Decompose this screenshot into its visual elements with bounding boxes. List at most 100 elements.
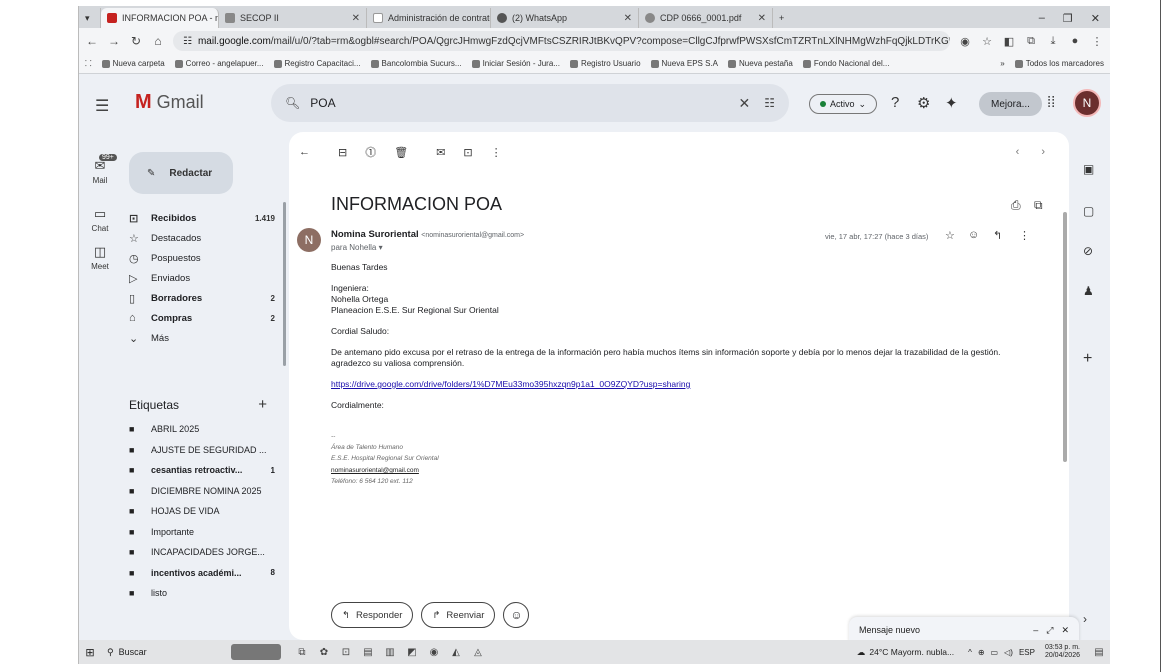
home-icon[interactable]: ⌂ bbox=[151, 34, 165, 48]
nav-starred[interactable]: ☆ Destacados bbox=[129, 228, 279, 248]
file-explorer-icon[interactable]: ▤ bbox=[357, 647, 379, 658]
search-icon[interactable]: 🔍︎ bbox=[285, 96, 300, 110]
tab-contratos[interactable]: Administración de contratos ✕ bbox=[367, 8, 491, 28]
nav-snoozed[interactable]: ◷ Pospuestos bbox=[129, 248, 279, 268]
upgrade-button[interactable]: Mejora... bbox=[979, 92, 1042, 116]
nav-purchases[interactable]: ⌂ Compras 2 bbox=[129, 308, 279, 328]
label-item[interactable]: ■ INCAPACIDADES JORGE... bbox=[129, 542, 279, 563]
message-scrollbar[interactable] bbox=[1063, 212, 1067, 462]
language-indicator[interactable]: ESP bbox=[1019, 648, 1035, 657]
all-bookmarks-button[interactable]: Todos los marcadores bbox=[1014, 59, 1104, 68]
label-item[interactable]: ■ cesantias retroactiv... 1 bbox=[129, 460, 279, 481]
emoji-button[interactable]: ☺ bbox=[503, 602, 530, 628]
contacts-icon[interactable]: ♟ bbox=[1083, 284, 1094, 298]
previous-icon[interactable]: ‹ bbox=[1016, 146, 1020, 158]
taskbar-search[interactable]: ⚲ Buscar bbox=[101, 647, 231, 658]
compose-button[interactable]: ✎ Redactar bbox=[129, 152, 233, 194]
status-selector[interactable]: Activo ⌄ bbox=[809, 94, 878, 114]
app-icon[interactable]: ◬ bbox=[467, 647, 489, 658]
open-new-window-icon[interactable]: ⧉ bbox=[1034, 198, 1043, 213]
label-item[interactable]: ■ HOJAS DE VIDA bbox=[129, 501, 279, 522]
rail-mail[interactable]: 99+ ✉ Mail bbox=[79, 154, 121, 185]
gmail-logo[interactable]: M Gmail bbox=[135, 91, 204, 114]
bookmark-item[interactable]: Iniciar Sesión - Jura... bbox=[471, 59, 560, 68]
add-label-icon[interactable]: + bbox=[258, 396, 279, 413]
rail-chat[interactable]: ▭ Chat bbox=[79, 206, 121, 233]
account-avatar[interactable]: N bbox=[1073, 89, 1101, 117]
eye-icon[interactable]: ◉ bbox=[958, 35, 972, 48]
app-icon[interactable]: ◭ bbox=[445, 647, 467, 658]
close-icon[interactable]: ✕ bbox=[758, 13, 766, 24]
search-input[interactable]: POA bbox=[310, 96, 738, 110]
site-info-icon[interactable]: ☷ bbox=[183, 36, 192, 47]
emoji-reaction-icon[interactable]: ☺ bbox=[968, 229, 979, 241]
print-icon[interactable]: ⎙ bbox=[1011, 198, 1021, 213]
nav-more[interactable]: ⌄ Más bbox=[129, 328, 279, 348]
drive-link[interactable]: https://drive.google.com/drive/folders/1… bbox=[331, 379, 690, 389]
search-bar[interactable]: 🔍︎ POA ✕ ☷ bbox=[271, 84, 789, 122]
bookmarks-overflow-button[interactable]: » bbox=[1000, 59, 1004, 68]
archive-icon[interactable]: ⊟ bbox=[338, 146, 347, 159]
windows-start-icon[interactable]: ⊞ bbox=[79, 646, 101, 659]
chrome-icon[interactable]: ◉ bbox=[423, 647, 445, 658]
weather-widget[interactable]: ☁ 24°C Mayorm. nubla... bbox=[857, 647, 954, 658]
notifications-icon[interactable]: ▤ bbox=[1088, 647, 1110, 658]
reply-icon[interactable]: ↰ bbox=[993, 229, 1002, 242]
tab-secop[interactable]: SECOP II ✕ bbox=[219, 8, 367, 28]
more-options-icon[interactable]: ⋮ bbox=[491, 146, 502, 159]
bookmark-item[interactable]: Nueva pestaña bbox=[728, 59, 793, 68]
label-item[interactable]: ■ listo bbox=[129, 583, 279, 604]
close-icon[interactable]: ✕ bbox=[1061, 625, 1069, 636]
puzzle-icon[interactable]: ⧉ bbox=[1024, 35, 1038, 48]
profile-icon[interactable]: ● bbox=[1068, 35, 1082, 47]
get-addons-icon[interactable]: + bbox=[1083, 350, 1092, 368]
rail-meet[interactable]: ◫ Meet bbox=[79, 244, 121, 271]
report-spam-icon[interactable]: ⓵ bbox=[365, 144, 376, 160]
reply-button[interactable]: ↰ Responder bbox=[331, 602, 414, 628]
tab-list-button[interactable]: ▾ bbox=[79, 8, 101, 28]
keep-icon[interactable]: ▢ bbox=[1083, 204, 1094, 218]
trash-icon[interactable]: 🗑︎ bbox=[394, 146, 408, 159]
volume-icon[interactable]: ◁) bbox=[1004, 648, 1013, 657]
close-icon[interactable]: ✕ bbox=[352, 13, 360, 24]
signature-email[interactable]: nominasuroriental@gmail.com bbox=[331, 467, 419, 474]
apps-grid-icon[interactable]: ⁞⁞ bbox=[1047, 94, 1055, 111]
bookmark-item[interactable]: Registro Capacitaci... bbox=[273, 59, 361, 68]
label-item[interactable]: ■ DICIEMBRE NOMINA 2025 bbox=[129, 481, 279, 502]
bookmark-star-icon[interactable]: ☆ bbox=[980, 35, 994, 48]
move-to-icon[interactable]: ⊡ bbox=[463, 146, 472, 159]
back-icon[interactable]: ← bbox=[85, 34, 99, 48]
reload-icon[interactable]: ↻ bbox=[129, 34, 143, 48]
browser-menu-icon[interactable]: ⋮ bbox=[1090, 35, 1104, 48]
label-item[interactable]: ■ AJUSTE DE SEGURIDAD ... bbox=[129, 440, 279, 461]
maximize-icon[interactable]: ❐ bbox=[1063, 12, 1073, 25]
forward-icon[interactable]: → bbox=[107, 34, 121, 48]
url-field[interactable]: ☷ mail.google.com /mail/u/0/?tab=rm&ogbl… bbox=[173, 31, 950, 51]
tab-pdf[interactable]: CDP 0666_0001.pdf ✕ bbox=[639, 8, 773, 28]
forward-button[interactable]: ↱ Reenviar bbox=[421, 602, 496, 628]
main-menu-icon[interactable]: ☰ bbox=[95, 96, 109, 116]
expand-panel-icon[interactable]: › bbox=[1083, 612, 1087, 626]
display-icon[interactable]: ▭ bbox=[991, 648, 999, 657]
next-icon[interactable]: › bbox=[1041, 146, 1045, 158]
help-icon[interactable]: ? bbox=[891, 94, 899, 111]
recipient-line[interactable]: para Nohella ▾ bbox=[331, 243, 383, 252]
star-icon[interactable]: ☆ bbox=[945, 229, 955, 242]
app-icon[interactable]: ▥ bbox=[379, 647, 401, 658]
tray-expand-icon[interactable]: ^ bbox=[968, 648, 972, 657]
bookmark-item[interactable]: Nueva carpeta bbox=[101, 59, 165, 68]
label-item[interactable]: ■ incentivos académi... 8 bbox=[129, 563, 279, 584]
apps-icon[interactable]: ⸬ bbox=[85, 58, 92, 69]
label-item[interactable]: ■ ABRIL 2025 bbox=[129, 419, 279, 440]
new-tab-button[interactable]: + bbox=[773, 8, 795, 28]
minimize-icon[interactable]: – bbox=[1033, 625, 1038, 636]
label-item[interactable]: ■ Importante bbox=[129, 522, 279, 543]
bookmark-item[interactable]: Registro Usuario bbox=[569, 59, 641, 68]
tab-whatsapp[interactable]: (2) WhatsApp ✕ bbox=[491, 8, 639, 28]
extension-icon[interactable]: ◧ bbox=[1002, 35, 1016, 48]
app-icon[interactable]: ✿ bbox=[313, 647, 335, 658]
bookmark-item[interactable]: Bancolombia Sucurs... bbox=[370, 59, 462, 68]
network-icon[interactable]: ⊕ bbox=[978, 648, 985, 657]
mark-unread-icon[interactable]: ✉ bbox=[436, 146, 445, 159]
task-view-icon[interactable]: ⧉ bbox=[291, 647, 313, 658]
